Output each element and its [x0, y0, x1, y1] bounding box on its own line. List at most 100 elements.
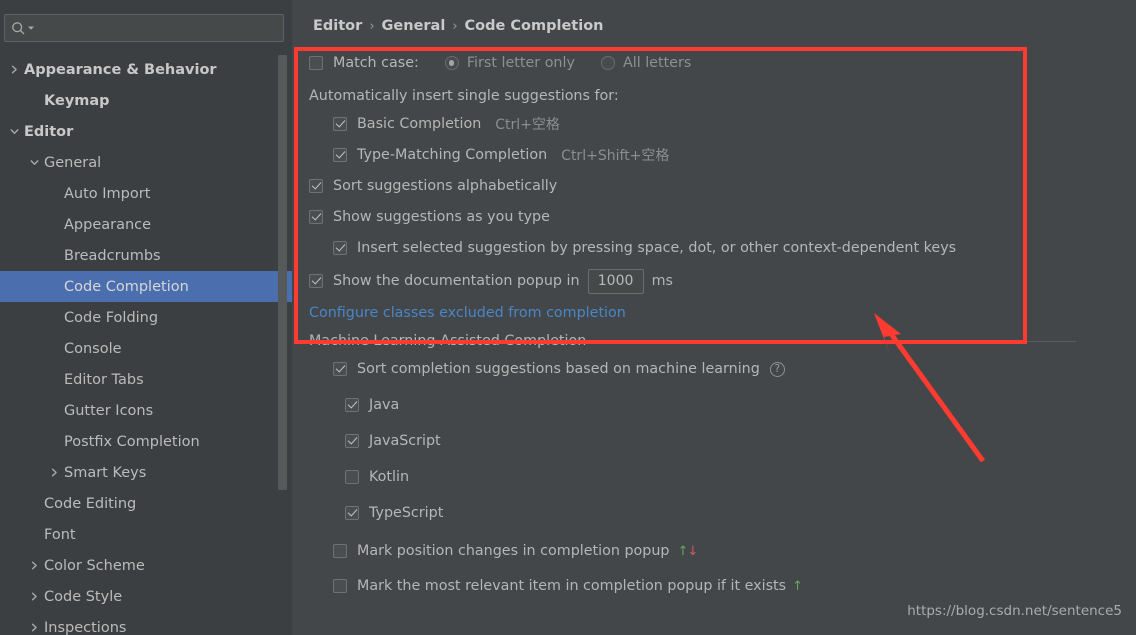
ml-section-title: Machine Learning-Assisted Completion — [309, 333, 587, 349]
sidebar-item-appearance-behavior[interactable]: Appearance & Behavior — [0, 54, 292, 85]
sidebar-item-code-completion[interactable]: Code Completion — [0, 271, 292, 302]
sidebar-item-breadcrumbs[interactable]: Breadcrumbs — [0, 240, 292, 271]
sidebar-item-console[interactable]: Console — [0, 333, 292, 364]
ml-language-typescript-label: TypeScript — [369, 505, 444, 521]
sidebar-item-postfix-completion[interactable]: Postfix Completion — [0, 426, 292, 457]
match-case-row: Match case: First letter only All letter… — [309, 51, 1136, 75]
chevron-down-icon[interactable] — [26, 158, 42, 167]
insert-selected-suggestion-row: Insert selected suggestion by pressing s… — [333, 232, 1136, 263]
match-case-label: Match case: — [333, 55, 419, 71]
sidebar-item-code-folding[interactable]: Code Folding — [0, 302, 292, 333]
watermark-text: https://blog.csdn.net/sentence5 — [907, 603, 1122, 619]
settings-main-pane: Editor › General › Code Completion Match… — [292, 0, 1136, 635]
ml-section-header: Machine Learning-Assisted Completion — [309, 333, 1136, 349]
sidebar-item-gutter-icons[interactable]: Gutter Icons — [0, 395, 292, 426]
search-wrapper — [0, 0, 292, 42]
all-letters-radio[interactable] — [600, 56, 615, 70]
breadcrumb-general[interactable]: General — [382, 18, 446, 34]
sidebar-item-label: Color Scheme — [44, 557, 145, 574]
sidebar-item-editor[interactable]: Editor — [0, 116, 292, 147]
match-case-checkbox[interactable] — [309, 56, 323, 70]
mark-most-relevant-checkbox[interactable] — [333, 579, 347, 593]
sidebar-item-label: Code Style — [44, 588, 123, 605]
sidebar-item-smart-keys[interactable]: Smart Keys — [0, 457, 292, 488]
auto-insert-header-row: Automatically insert single suggestions … — [309, 83, 1136, 108]
basic-completion-checkbox[interactable] — [333, 116, 347, 131]
question-mark-icon[interactable]: ? — [769, 361, 785, 377]
search-icon — [11, 21, 35, 36]
breadcrumb-editor[interactable]: Editor — [313, 18, 362, 34]
documentation-popup-unit: ms — [651, 273, 673, 289]
type-matching-completion-label: Type-Matching Completion — [357, 146, 548, 163]
sidebar-item-inspections[interactable]: Inspections — [0, 612, 292, 635]
chevron-down-icon — [28, 26, 34, 30]
ml-language-java-checkbox[interactable] — [345, 398, 359, 412]
sidebar-item-label: Breadcrumbs — [64, 247, 161, 264]
ml-language-javascript-checkbox[interactable] — [345, 434, 359, 448]
sidebar-item-label: Inspections — [44, 619, 127, 635]
sidebar-item-label: Appearance & Behavior — [24, 61, 217, 78]
configure-excluded-classes-link[interactable]: Configure classes excluded from completi… — [309, 305, 626, 321]
ml-language-typescript-checkbox[interactable] — [345, 506, 359, 520]
mark-position-changes-checkbox[interactable] — [333, 544, 347, 558]
sidebar-item-font[interactable]: Font — [0, 519, 292, 550]
sidebar-item-label: Appearance — [64, 216, 152, 233]
settings-sidebar: Appearance & Behavior Keymap Editor General… — [0, 0, 292, 635]
chevron-right-icon[interactable] — [26, 561, 42, 570]
type-matching-completion-row: Type-Matching Completion Ctrl+Shift+空格 — [333, 139, 1136, 170]
breadcrumb-separator-icon: › — [369, 18, 375, 34]
sort-alphabetically-checkbox[interactable] — [309, 178, 323, 193]
show-suggestions-as-you-type-checkbox[interactable] — [309, 209, 323, 224]
ml-language-row: TypeScript — [345, 495, 1136, 531]
basic-completion-shortcut: Ctrl+空格 — [495, 116, 560, 133]
first-letter-only-radio[interactable] — [444, 56, 459, 70]
sidebar-item-appearance[interactable]: Appearance — [0, 209, 292, 240]
search-box[interactable] — [4, 14, 284, 42]
type-matching-completion-checkbox[interactable] — [333, 147, 347, 162]
search-input[interactable] — [35, 19, 277, 37]
chevron-right-icon[interactable] — [6, 65, 22, 74]
chevron-down-icon[interactable] — [6, 127, 22, 136]
excluded-classes-row: Configure classes excluded from completi… — [309, 299, 1136, 321]
sidebar-item-label: Editor Tabs — [64, 371, 144, 388]
sidebar-item-label: General — [44, 154, 102, 171]
ml-language-row: Kotlin — [345, 459, 1136, 495]
sidebar-item-label: Auto Import — [64, 185, 151, 202]
documentation-popup-delay-input[interactable] — [587, 268, 644, 294]
all-letters-label: All letters — [622, 55, 692, 71]
basic-completion-label: Basic Completion — [357, 115, 482, 132]
sidebar-item-label: Smart Keys — [64, 464, 147, 481]
show-suggestions-as-you-type-label: Show suggestions as you type — [333, 208, 550, 225]
sort-ml-checkbox[interactable] — [333, 362, 347, 376]
ml-language-row: Java — [345, 387, 1136, 423]
chevron-right-icon[interactable] — [46, 468, 62, 477]
chevron-right-icon[interactable] — [26, 623, 42, 632]
sidebar-item-editor-tabs[interactable]: Editor Tabs — [0, 364, 292, 395]
sidebar-item-keymap[interactable]: Keymap — [0, 85, 292, 116]
basic-completion-row: Basic Completion Ctrl+空格 — [333, 108, 1136, 139]
show-suggestions-as-you-type-row: Show suggestions as you type — [309, 201, 1136, 232]
sort-alphabetically-label: Sort suggestions alphabetically — [333, 177, 558, 194]
sidebar-item-label: Console — [64, 340, 122, 357]
mark-position-changes-row: Mark position changes in completion popu… — [333, 531, 1136, 571]
sidebar-item-label: Code Folding — [64, 309, 159, 326]
sidebar-item-label: Gutter Icons — [64, 402, 154, 419]
sidebar-item-label: Code Completion — [64, 278, 189, 295]
documentation-popup-checkbox[interactable] — [309, 274, 323, 288]
sidebar-item-color-scheme[interactable]: Color Scheme — [0, 550, 292, 581]
sidebar-item-label: Postfix Completion — [64, 433, 200, 450]
settings-content: Match case: First letter only All letter… — [292, 34, 1136, 601]
arrow-up-icon: ↑ — [792, 578, 804, 594]
sidebar-item-code-style[interactable]: Code Style — [0, 581, 292, 612]
sidebar-item-general[interactable]: General — [0, 147, 292, 178]
sidebar-item-label: Code Editing — [44, 495, 137, 512]
ml-section-divider — [596, 340, 1076, 342]
ml-language-kotlin-checkbox[interactable] — [345, 470, 359, 484]
sidebar-item-auto-import[interactable]: Auto Import — [0, 178, 292, 209]
sidebar-item-code-editing[interactable]: Code Editing — [0, 488, 292, 519]
sidebar-scrollbar[interactable] — [278, 55, 287, 490]
sort-ml-label: Sort completion suggestions based on mac… — [357, 361, 760, 377]
chevron-right-icon[interactable] — [26, 592, 42, 601]
insert-selected-suggestion-checkbox[interactable] — [333, 240, 347, 255]
sidebar-item-label: Keymap — [44, 92, 110, 109]
